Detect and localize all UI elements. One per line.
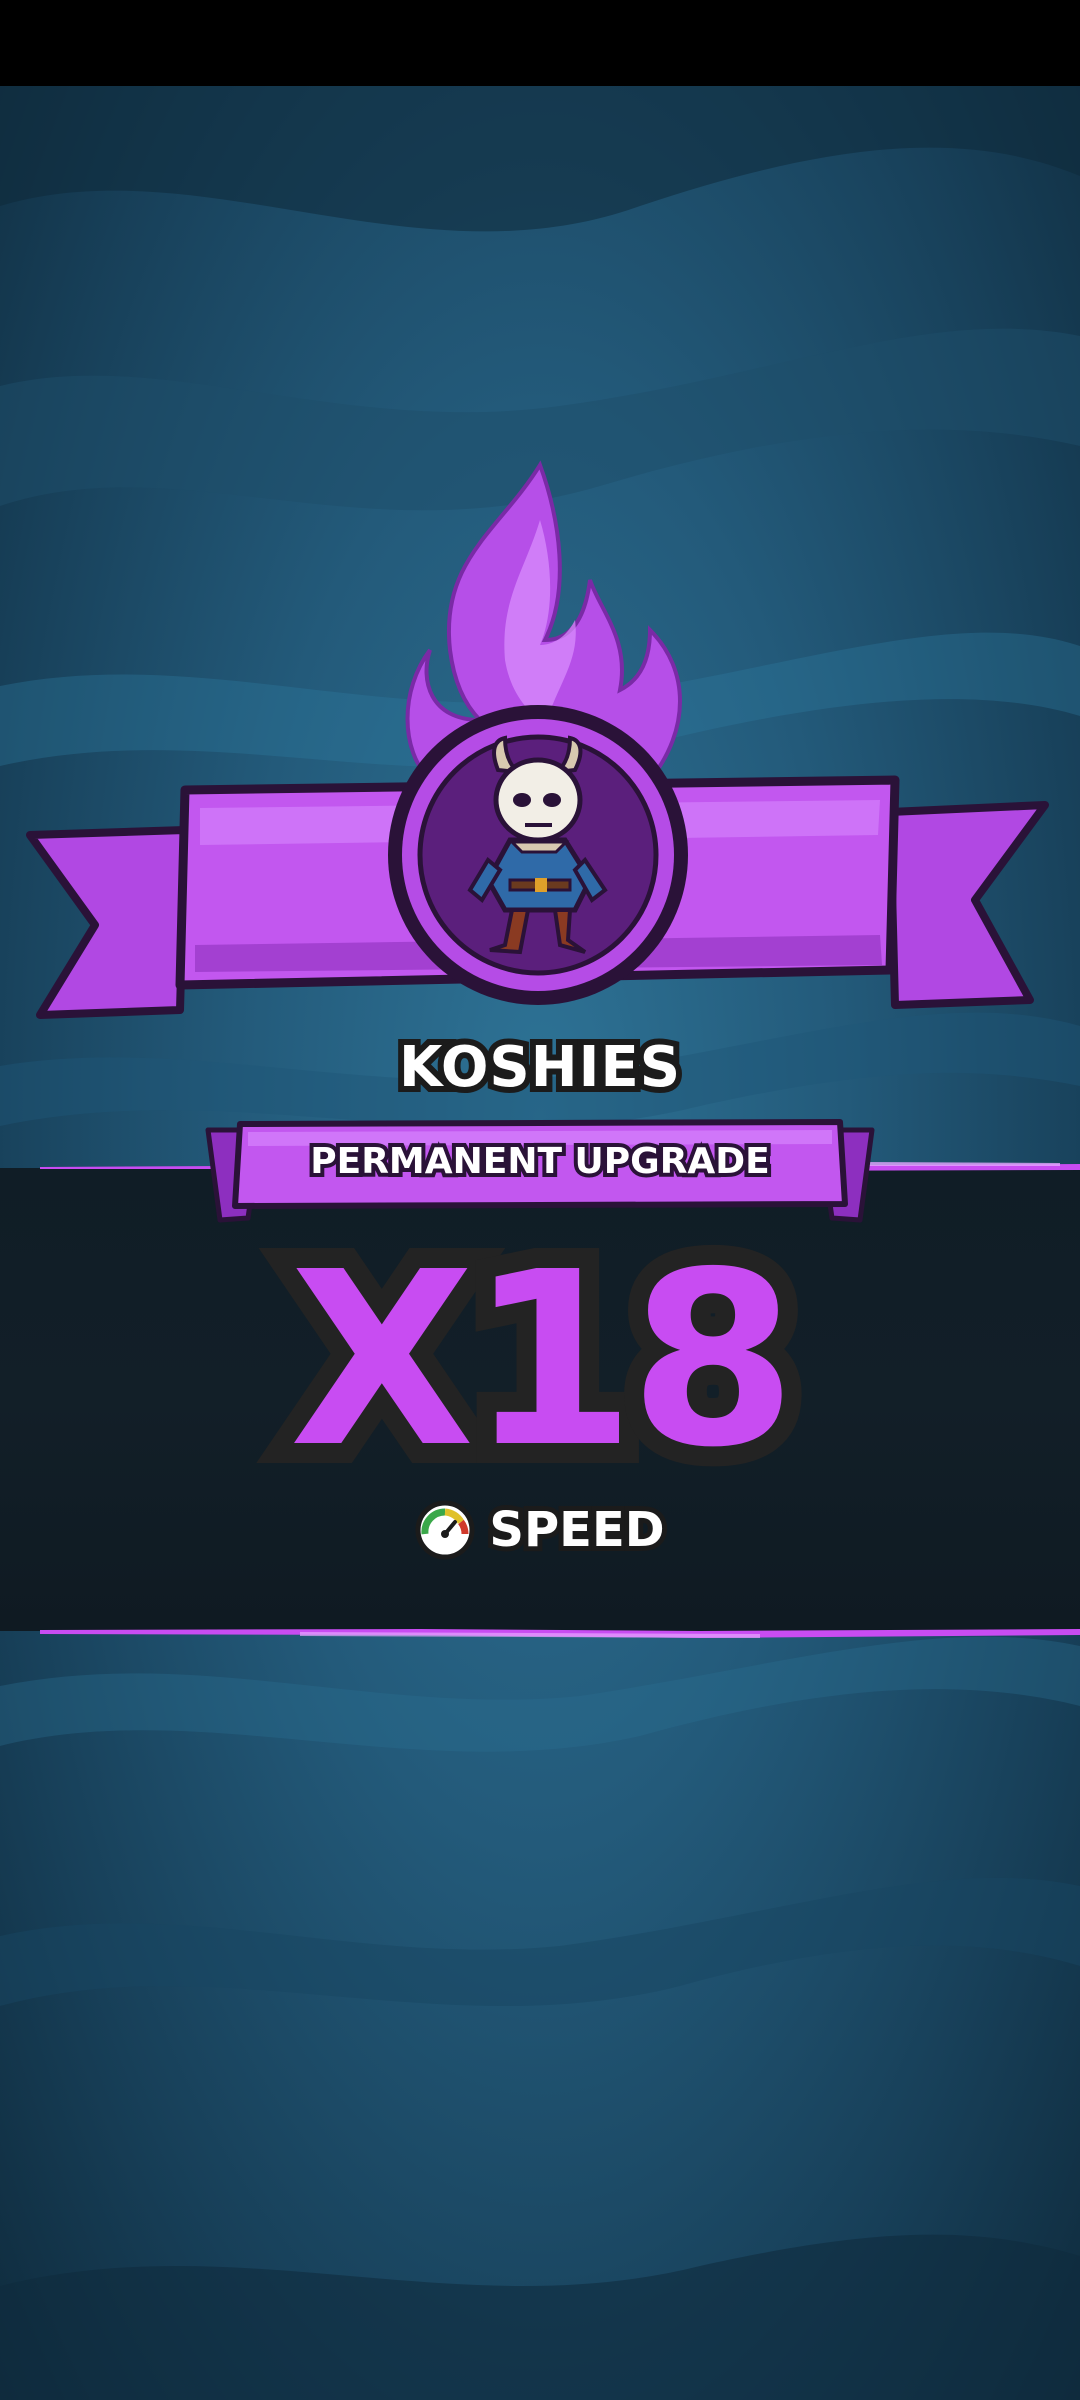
speedometer-icon <box>415 1500 475 1560</box>
status-bar <box>0 0 1080 86</box>
unit-name: KOSHIES <box>393 1029 686 1106</box>
upgrade-stat: SPEED <box>0 1497 1080 1563</box>
upgrade-multiplier: X18 <box>269 1200 816 1520</box>
band-bottom-glow <box>40 1629 1080 1638</box>
stat-label: SPEED <box>484 1497 669 1563</box>
upgrade-type-label: PERMANENT UPGRADE <box>306 1137 774 1186</box>
unit-emblem <box>26 460 1049 1019</box>
reward-screen: KOSHIES PERMANENT UPGRADE X18 SPEED <box>0 0 1080 2400</box>
